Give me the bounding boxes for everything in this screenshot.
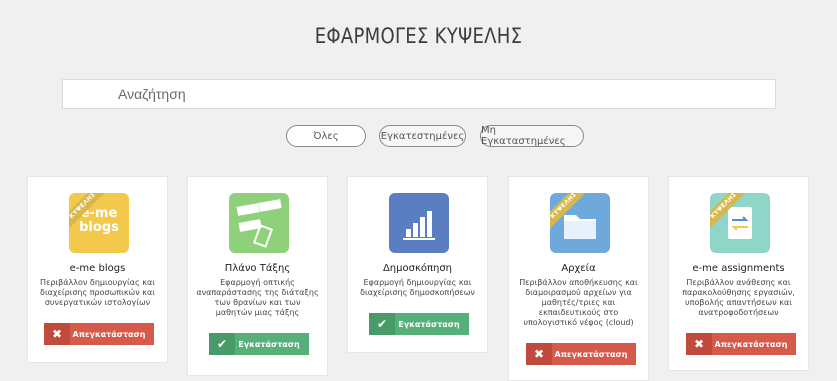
app-card-blogs: e-me blogs ΚΥΨΕΛΗΣ e-me blogs Περιβάλλον… xyxy=(27,176,168,363)
uninstall-button[interactable]: ✖ Απεγκατάσταση xyxy=(526,343,636,365)
close-icon: ✖ xyxy=(526,343,552,365)
app-name: e-me assignments xyxy=(692,263,785,274)
filter-all[interactable]: Όλες xyxy=(286,125,366,147)
close-icon: ✖ xyxy=(44,323,70,345)
poll-chart-icon xyxy=(389,193,449,253)
app-card-files: ΚΥΨΕΛΗΣ Αρχεία Περιβάλλον αποθήκευσης κα… xyxy=(508,176,649,381)
app-card-classroom-plan: Πλάνο Τάξης Εφαρμογή οπτικής αναπαράστασ… xyxy=(187,176,328,376)
check-icon: ✔ xyxy=(209,333,235,355)
check-icon: ✔ xyxy=(369,313,395,335)
app-description: Περιβάλλον αποθήκευσης και διαμοιρασμού … xyxy=(519,278,638,327)
classroom-plan-icon xyxy=(229,193,289,253)
app-description: Εφαρμογή οπτικής αναπαράστασης της διάτα… xyxy=(196,278,319,317)
close-icon: ✖ xyxy=(686,333,712,355)
app-description: Περιβάλλον δημιουργίας και διαχείρισης π… xyxy=(40,278,155,307)
blogs-icon: e-me blogs ΚΥΨΕΛΗΣ xyxy=(69,193,129,253)
app-name: e-me blogs xyxy=(69,263,126,274)
filter-bar: Όλες Εγκατεστημένες Μη Εγκαταστημένες xyxy=(0,125,837,149)
folder-icon: ΚΥΨΕΛΗΣ xyxy=(550,193,610,253)
app-name: Αρχεία xyxy=(561,263,596,274)
app-description: Εφαρμογή δημιουργίας και διαχείρισης δημ… xyxy=(360,278,475,297)
uninstall-button[interactable]: ✖ Απεγκατάσταση xyxy=(44,323,154,345)
page-title: ΕΦΑΡΜΟΓΕΣ ΚΥΨΕΛΗΣ xyxy=(314,24,523,48)
uninstall-button[interactable]: ✖ Απεγκατάσταση xyxy=(686,333,796,355)
app-card-assignments: ΚΥΨΕΛΗΣ e-me assignments Περιβάλλον ανάθ… xyxy=(668,176,809,371)
filter-not-installed[interactable]: Μη Εγκαταστημένες xyxy=(480,125,584,147)
app-name: Δημοσκόπηση xyxy=(382,263,453,274)
app-card-poll: Δημοσκόπηση Εφαρμογή δημιουργίας και δια… xyxy=(347,176,488,353)
assignments-icon: ΚΥΨΕΛΗΣ xyxy=(710,193,770,253)
app-description: Περιβάλλον ανάθεσης και παρακολούθησης ε… xyxy=(682,278,795,317)
search-box xyxy=(62,79,776,109)
install-button[interactable]: ✔ Εγκατάσταση xyxy=(209,333,309,355)
install-button[interactable]: ✔ Εγκατάσταση xyxy=(369,313,469,335)
filter-installed[interactable]: Εγκατεστημένες xyxy=(379,125,466,147)
app-name: Πλάνο Τάξης xyxy=(224,263,291,274)
search-input[interactable] xyxy=(63,80,775,108)
